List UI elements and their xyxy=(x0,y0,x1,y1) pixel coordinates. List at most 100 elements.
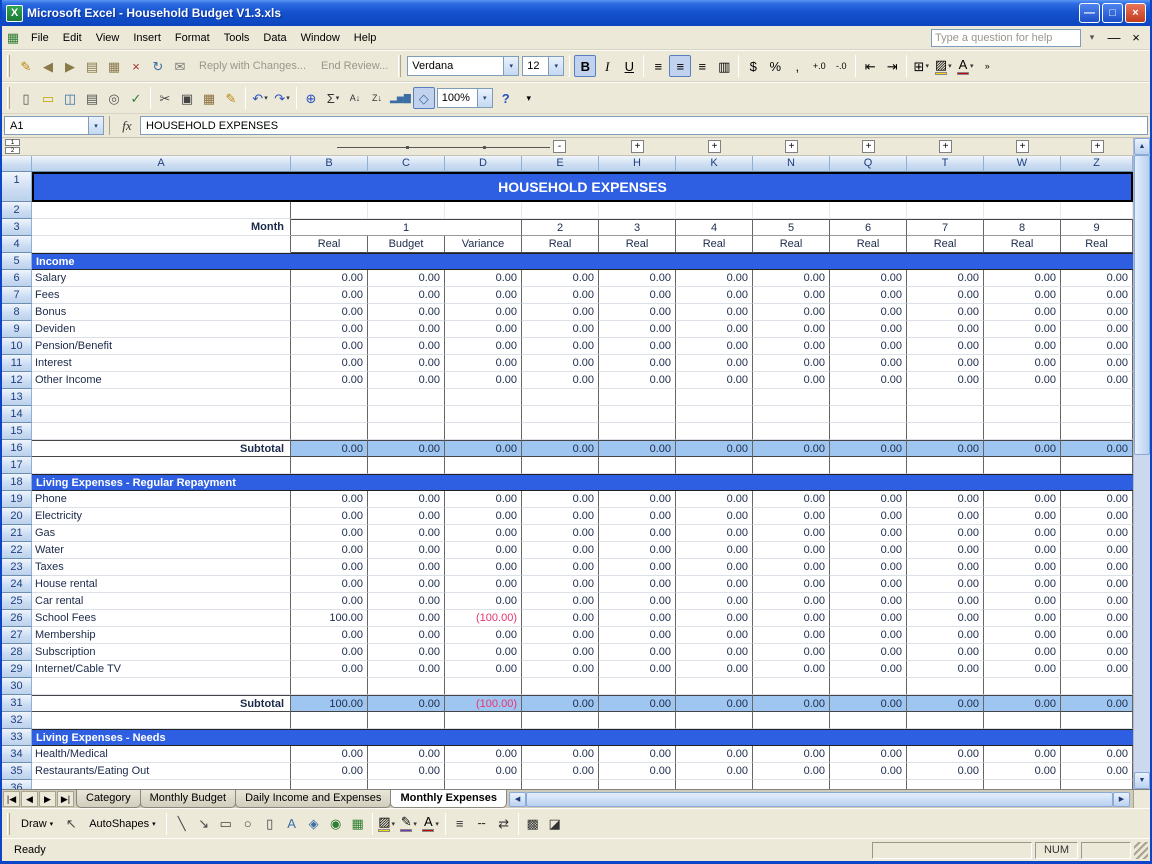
autoshapes-menu-button[interactable]: AutoShapes ▾ xyxy=(83,813,161,835)
outline-collapse-button[interactable]: - xyxy=(553,140,566,153)
cell-Q31[interactable]: 0.00 xyxy=(830,695,907,712)
column-header-A[interactable]: A xyxy=(32,156,291,172)
row-header-34[interactable]: 34 xyxy=(2,746,32,763)
outline-level-1-button[interactable]: 1 xyxy=(5,139,20,146)
cell-Q22[interactable]: 0.00 xyxy=(830,542,907,559)
borders-button[interactable]: ⊞ ▾ xyxy=(910,55,932,77)
row-header-21[interactable]: 21 xyxy=(2,525,32,542)
cell-K15[interactable] xyxy=(676,423,753,440)
cell-C4[interactable]: Budget xyxy=(368,236,445,253)
cell-T27[interactable]: 0.00 xyxy=(907,627,984,644)
cell-T19[interactable]: 0.00 xyxy=(907,491,984,508)
cell-W20[interactable]: 0.00 xyxy=(984,508,1061,525)
cell-Z29[interactable]: 0.00 xyxy=(1061,661,1133,678)
paste-icon[interactable]: ▦ xyxy=(198,87,220,109)
menu-format[interactable]: Format xyxy=(168,29,217,47)
cell-E7[interactable]: 0.00 xyxy=(522,287,599,304)
cell-A15[interactable] xyxy=(32,423,291,440)
open-icon[interactable]: ▭ xyxy=(37,87,59,109)
cell-N8[interactable]: 0.00 xyxy=(753,304,830,321)
cell-H9[interactable]: 0.00 xyxy=(599,321,676,338)
cell-D28[interactable]: 0.00 xyxy=(445,644,522,661)
cell-A12[interactable]: Other Income xyxy=(32,372,291,389)
percent-style-button[interactable]: % xyxy=(764,55,786,77)
cell-B3[interactable]: 1 xyxy=(291,219,522,236)
cell-B20[interactable]: 0.00 xyxy=(291,508,368,525)
chevron-down-icon[interactable]: ▾ xyxy=(88,117,103,134)
cell-W16[interactable]: 0.00 xyxy=(984,440,1061,457)
column-header-Z[interactable]: Z xyxy=(1061,156,1133,172)
cell-H10[interactable]: 0.00 xyxy=(599,338,676,355)
row-header-14[interactable]: 14 xyxy=(2,406,32,423)
cell-T15[interactable] xyxy=(907,423,984,440)
cell-B31[interactable]: 100.00 xyxy=(291,695,368,712)
print-icon[interactable]: ▤ xyxy=(81,87,103,109)
cell-W21[interactable]: 0.00 xyxy=(984,525,1061,542)
cell-D2[interactable] xyxy=(445,202,522,219)
send-to-mail-recipient-icon[interactable]: ✉ xyxy=(169,55,191,77)
cell-B29[interactable]: 0.00 xyxy=(291,661,368,678)
cell-D15[interactable] xyxy=(445,423,522,440)
cell-T17[interactable] xyxy=(907,457,984,474)
update-file-icon[interactable]: ↻ xyxy=(147,55,169,77)
cell-C13[interactable] xyxy=(368,389,445,406)
cell-H14[interactable] xyxy=(599,406,676,423)
row-header-29[interactable]: 29 xyxy=(2,661,32,678)
cell-K29[interactable]: 0.00 xyxy=(676,661,753,678)
cell-Q20[interactable]: 0.00 xyxy=(830,508,907,525)
draw-menu-button[interactable]: Draw ▾ xyxy=(15,813,59,835)
cell-N16[interactable]: 0.00 xyxy=(753,440,830,457)
cell-E8[interactable]: 0.00 xyxy=(522,304,599,321)
cell-C19[interactable]: 0.00 xyxy=(368,491,445,508)
row-header-17[interactable]: 17 xyxy=(2,457,32,474)
cell-C7[interactable]: 0.00 xyxy=(368,287,445,304)
cell-N28[interactable]: 0.00 xyxy=(753,644,830,661)
cell-E27[interactable]: 0.00 xyxy=(522,627,599,644)
cell-N25[interactable]: 0.00 xyxy=(753,593,830,610)
cell-K2[interactable] xyxy=(676,202,753,219)
new-workbook-icon[interactable]: ▯ xyxy=(15,87,37,109)
cell-W2[interactable] xyxy=(984,202,1061,219)
cell-C23[interactable]: 0.00 xyxy=(368,559,445,576)
row-header-30[interactable]: 30 xyxy=(2,678,32,695)
cell-D14[interactable] xyxy=(445,406,522,423)
column-header-Q[interactable]: Q xyxy=(830,156,907,172)
cell-N24[interactable]: 0.00 xyxy=(753,576,830,593)
cell-Z14[interactable] xyxy=(1061,406,1133,423)
cell-Z7[interactable]: 0.00 xyxy=(1061,287,1133,304)
cell-E32[interactable] xyxy=(522,712,599,729)
first-sheet-button[interactable]: |◀ xyxy=(3,791,20,807)
cell-W24[interactable]: 0.00 xyxy=(984,576,1061,593)
cell-A14[interactable] xyxy=(32,406,291,423)
cell-N11[interactable]: 0.00 xyxy=(753,355,830,372)
cut-icon[interactable]: ✂ xyxy=(154,87,176,109)
cell-Z25[interactable]: 0.00 xyxy=(1061,593,1133,610)
cell-Z35[interactable]: 0.00 xyxy=(1061,763,1133,780)
cell-E30[interactable] xyxy=(522,678,599,695)
cell-W6[interactable]: 0.00 xyxy=(984,270,1061,287)
row-header-22[interactable]: 22 xyxy=(2,542,32,559)
cell-D29[interactable]: 0.00 xyxy=(445,661,522,678)
increase-decimal-button[interactable]: +.0 xyxy=(808,55,830,77)
show-all-comments-icon[interactable]: ▦ xyxy=(103,55,125,77)
cell-T22[interactable]: 0.00 xyxy=(907,542,984,559)
cell-C9[interactable]: 0.00 xyxy=(368,321,445,338)
cell-D20[interactable]: 0.00 xyxy=(445,508,522,525)
cell-A31[interactable]: Subtotal xyxy=(32,695,291,712)
cell-W36[interactable] xyxy=(984,780,1061,789)
row-header-27[interactable]: 27 xyxy=(2,627,32,644)
cell-C20[interactable]: 0.00 xyxy=(368,508,445,525)
cell-B10[interactable]: 0.00 xyxy=(291,338,368,355)
font-color-icon[interactable]: A ▾ xyxy=(420,813,442,835)
toolbar-grip[interactable] xyxy=(7,812,10,835)
cell-E31[interactable]: 0.00 xyxy=(522,695,599,712)
cell-W27[interactable]: 0.00 xyxy=(984,627,1061,644)
edit-comment-icon[interactable]: ✎ xyxy=(15,55,37,77)
cell-T24[interactable]: 0.00 xyxy=(907,576,984,593)
sheet-tab-monthly-budget[interactable]: Monthly Budget xyxy=(139,790,237,808)
cell-T35[interactable]: 0.00 xyxy=(907,763,984,780)
italic-button[interactable]: I xyxy=(596,55,618,77)
row-header-7[interactable]: 7 xyxy=(2,287,32,304)
row-header-15[interactable]: 15 xyxy=(2,423,32,440)
row-header-31[interactable]: 31 xyxy=(2,695,32,712)
